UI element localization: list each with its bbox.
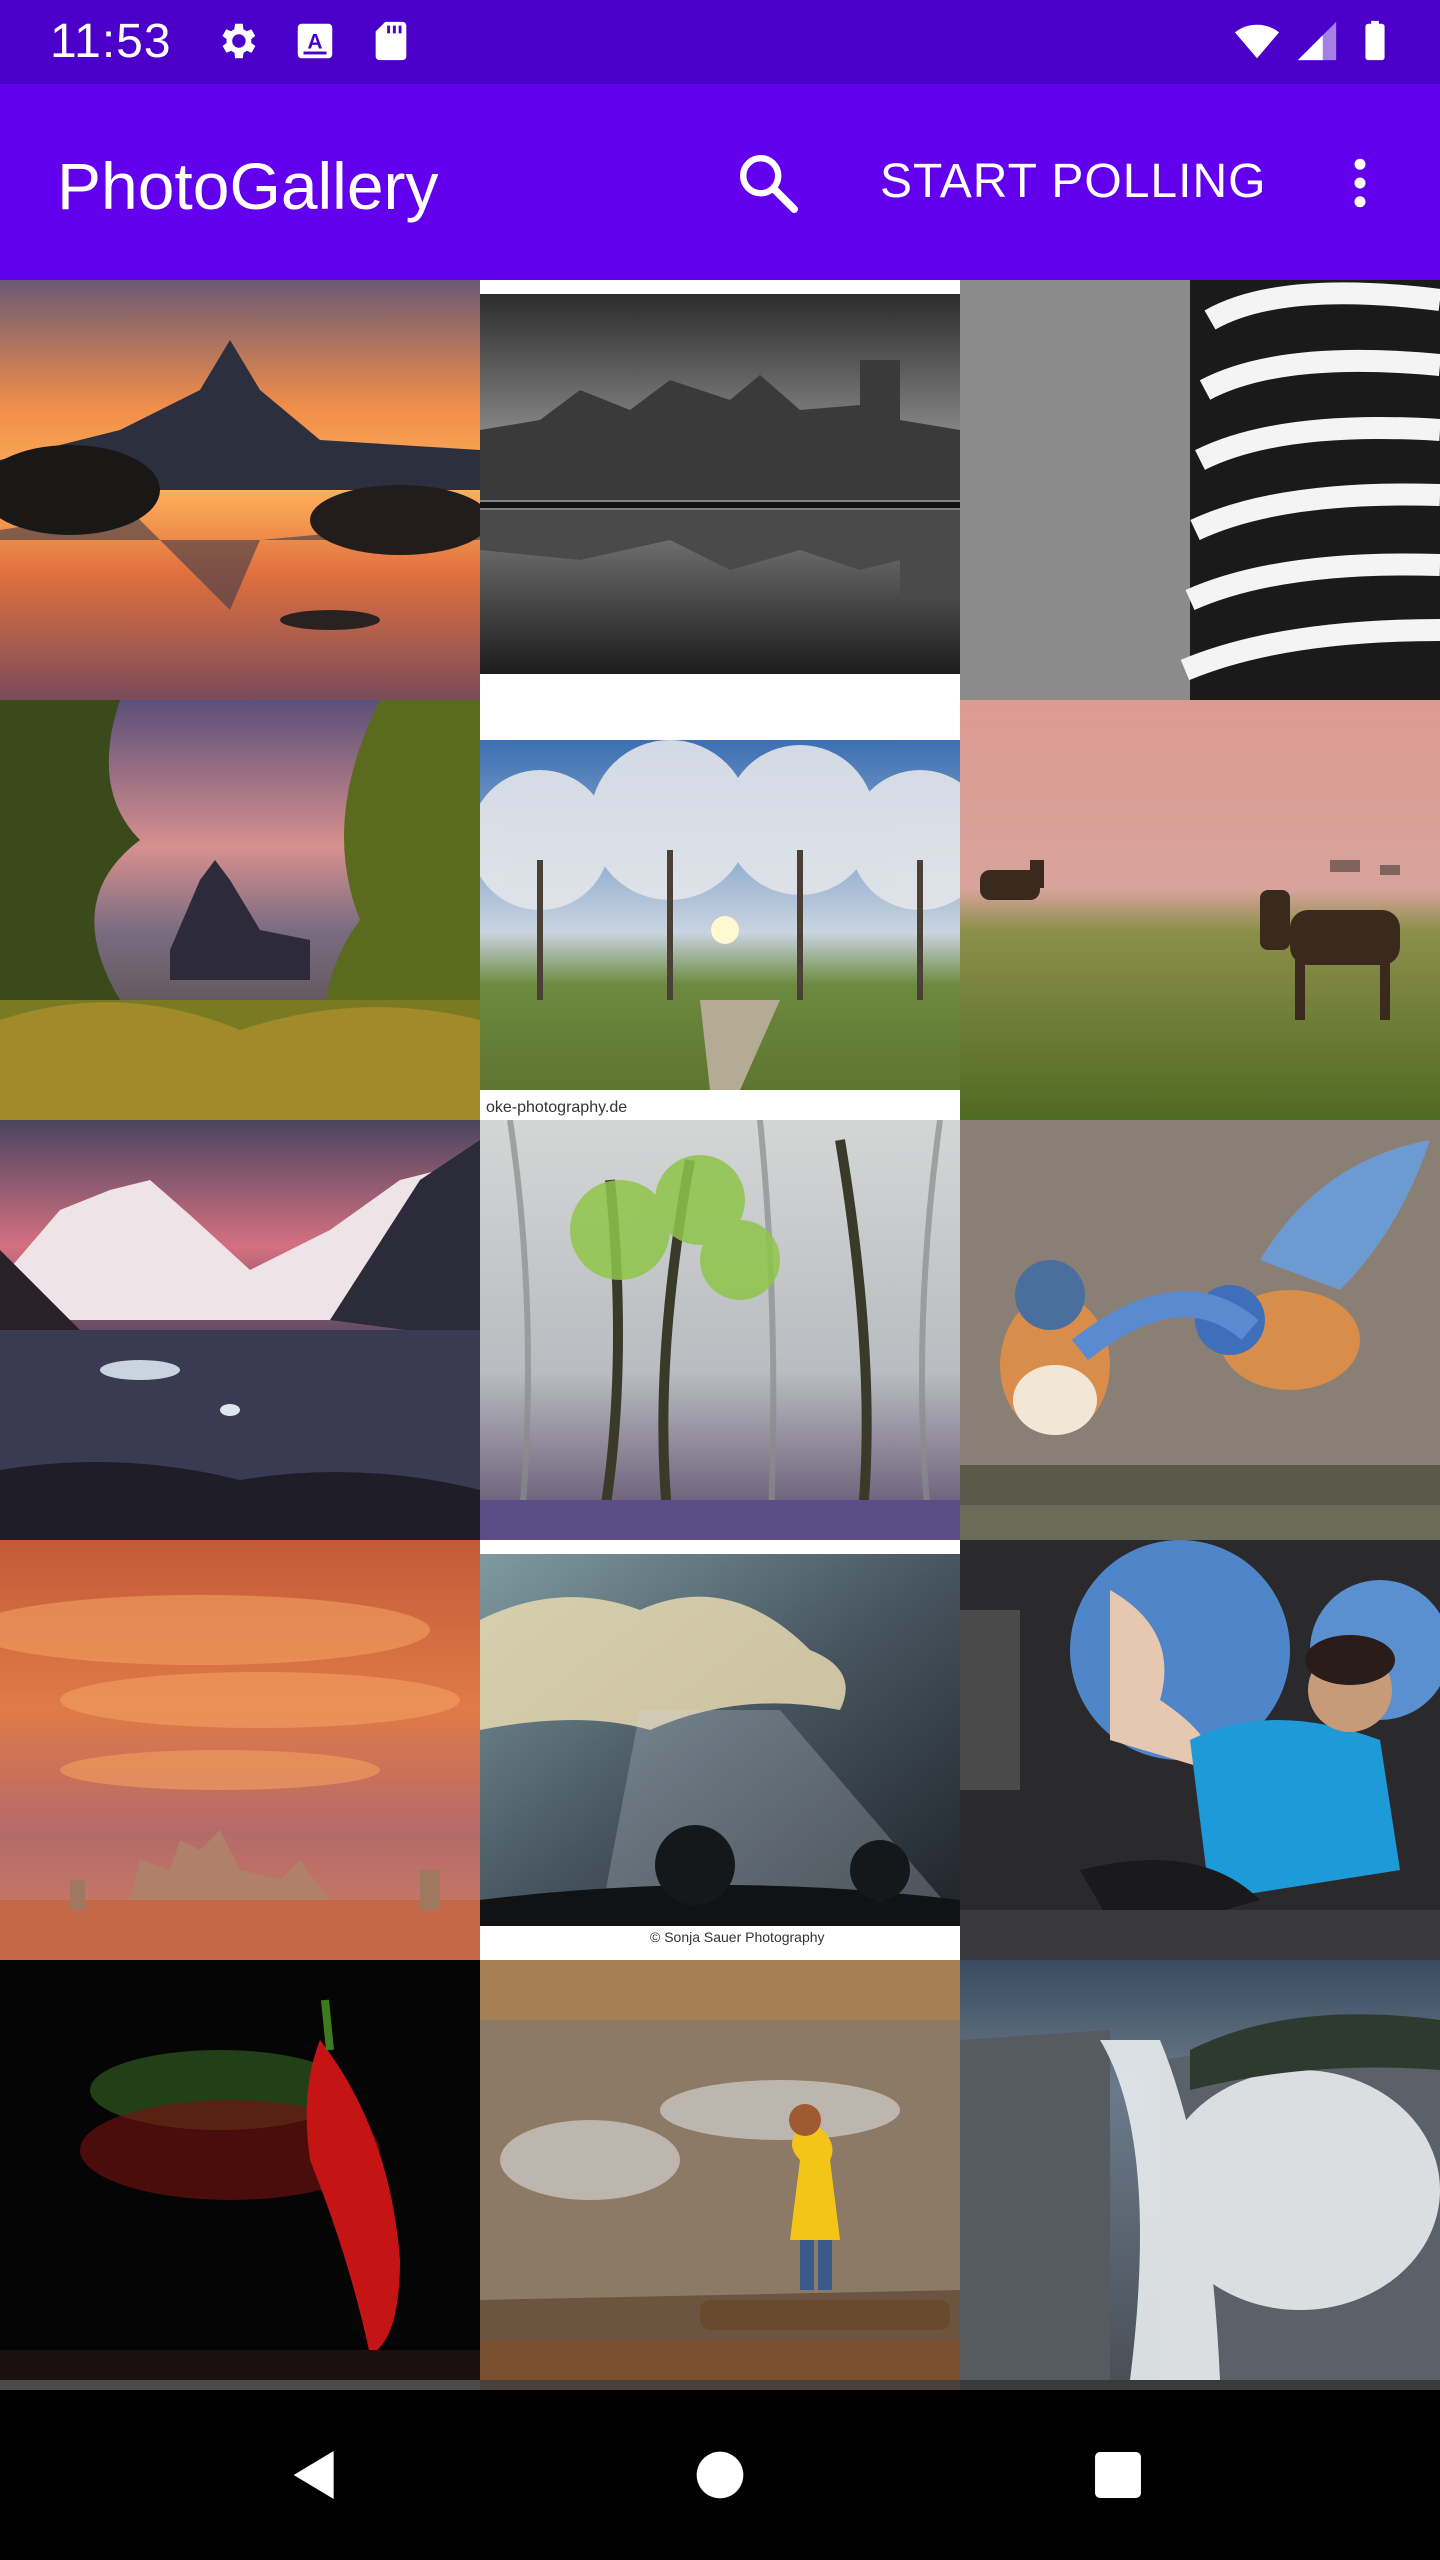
photo-tile-castle-forest[interactable] [0,700,480,1120]
photo-tile-astronaut-cupola[interactable] [960,1540,1440,1960]
status-bar: 11:53 A [0,0,1440,84]
back-triangle-icon [293,2451,334,2499]
signal-icon [1292,16,1342,66]
photo-tile-patagonia-lake[interactable] [0,1120,480,1540]
gear-icon [212,16,262,66]
app-bar: PhotoGallery START POLLING [0,84,1440,280]
photo-tile-waterfall[interactable] [960,1960,1440,2380]
photo-grid[interactable]: oke-photography.de © Sonja Sauer Photogr… [0,280,1440,2390]
home-button[interactable] [675,2430,765,2520]
navigation-bar [0,2390,1440,2560]
more-vert-icon [1354,158,1366,208]
home-circle-icon [696,2451,744,2499]
start-polling-button[interactable]: START POLLING [880,154,1266,214]
photo-tile-mountain-lake[interactable] [0,280,480,700]
battery-icon [1350,16,1400,66]
photo-tile-partial[interactable] [0,2380,480,2390]
search-button[interactable] [725,140,811,226]
photo-tile-bluebirds[interactable] [960,1120,1440,1540]
svg-text:A: A [307,31,322,54]
overflow-menu-button[interactable] [1330,140,1390,226]
photo-tile-misty-forest[interactable] [480,1120,960,1540]
back-button[interactable] [270,2430,360,2520]
photo-tile-partial[interactable] [480,2380,960,2390]
photo-tile-museum-reflection[interactable] [480,280,960,700]
photo-tile-chili-pepper[interactable] [0,1960,480,2380]
photo-tile-child-puddle[interactable] [480,1960,960,2380]
photo-tile-blossom-trees[interactable]: oke-photography.de [480,700,960,1120]
sd-card-icon [366,16,416,66]
photo-caption: oke-photography.de [486,1099,627,1116]
recents-button[interactable] [1073,2430,1163,2520]
keyboard-a-icon: A [290,16,340,66]
recents-square-icon [1095,2452,1141,2498]
status-time: 11:53 [50,15,172,68]
wifi-icon [1232,16,1282,66]
app-title: PhotoGallery [57,149,439,223]
photo-tile-horses-meadow[interactable] [960,700,1440,1120]
photo-tile-partial[interactable] [960,2380,1440,2390]
photo-tile-spiral-building[interactable] [960,280,1440,700]
photo-tile-sunrays-trees[interactable]: © Sonja Sauer Photography [480,1540,960,1960]
photo-caption: © Sonja Sauer Photography [650,1929,825,1945]
photo-tile-lenticular-clouds[interactable] [0,1540,480,1960]
search-icon [740,155,799,214]
